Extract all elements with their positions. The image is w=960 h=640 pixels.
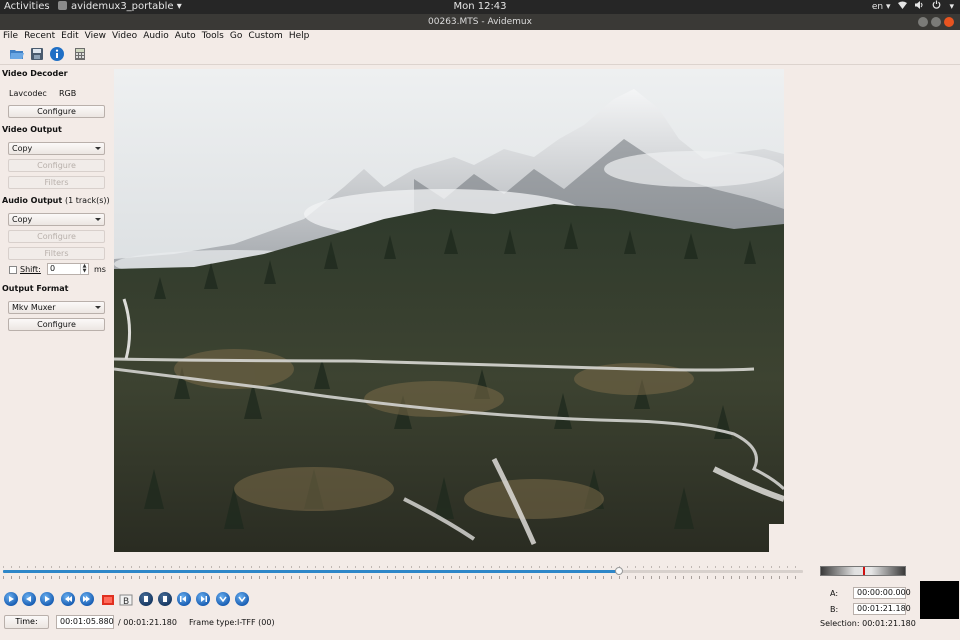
video-decoder-title: Video Decoder	[2, 69, 68, 78]
shift-unit: ms	[94, 265, 106, 274]
volume-icon[interactable]	[915, 0, 924, 14]
previous-frame-button[interactable]	[22, 592, 36, 606]
play-button[interactable]	[4, 592, 18, 606]
timeline-progress	[3, 570, 619, 573]
chevron-down-icon	[95, 147, 101, 150]
goto-marker-a-button[interactable]	[216, 592, 230, 606]
app-icon	[58, 1, 67, 10]
timeline-ticks	[3, 576, 803, 579]
menu-file[interactable]: File	[3, 31, 18, 41]
audio-level-meter	[820, 566, 906, 576]
menu-auto[interactable]: Auto	[175, 31, 196, 41]
video-codec-value: Copy	[12, 144, 33, 153]
info-icon[interactable]	[49, 46, 65, 62]
previous-keyframe-button[interactable]	[61, 592, 75, 606]
time-button[interactable]: Time:	[4, 615, 49, 629]
marker-a-time: 00:00:00.000	[853, 587, 911, 599]
goto-end-button[interactable]	[196, 592, 210, 606]
menu-view[interactable]: View	[85, 31, 106, 41]
goto-marker-b-button[interactable]	[235, 592, 249, 606]
system-tray: en ▾ ▾	[872, 0, 954, 14]
clock[interactable]: Mon 12:43	[453, 1, 506, 12]
video-output-title: Video Output	[2, 125, 62, 134]
network-icon[interactable]	[898, 0, 908, 14]
maximize-button[interactable]	[931, 17, 941, 27]
frame-type-label: Frame type:	[189, 618, 238, 627]
video-frame-image	[114, 69, 784, 552]
menu-video[interactable]: Video	[112, 31, 137, 41]
app-menu-label: avidemux3_portable	[71, 1, 174, 12]
window-title-bar: 00263.MTS - Avidemux	[0, 14, 960, 30]
decoder-configure-button[interactable]: Configure	[8, 105, 105, 118]
video-configure-button[interactable]: Configure	[8, 159, 105, 172]
timeline-slider[interactable]	[3, 566, 803, 580]
menu-go[interactable]: Go	[230, 31, 242, 41]
video-filters-button[interactable]: Filters	[8, 176, 105, 189]
marker-b-time: 00:01:21.180	[853, 603, 911, 615]
muxer-select[interactable]: Mkv Muxer	[8, 301, 105, 314]
audio-configure-button[interactable]: Configure	[8, 230, 105, 243]
muxer-configure-button[interactable]: Configure	[8, 318, 105, 331]
output-format-title: Output Format	[2, 284, 69, 293]
decoder-codec: Lavcodec	[9, 89, 47, 98]
shift-label: Shift:	[20, 265, 41, 274]
svg-text:B: B	[123, 597, 129, 607]
menu-audio[interactable]: Audio	[143, 31, 169, 41]
settings-panel: Video Decoder Lavcodec RGB Configure Vid…	[0, 66, 110, 556]
audio-codec-value: Copy	[12, 215, 33, 224]
selection-value: 00:01:21.180	[862, 619, 916, 628]
audio-track-count: (1 track(s))	[65, 196, 110, 205]
save-icon[interactable]	[29, 46, 45, 62]
timeline-handle[interactable]	[615, 567, 623, 575]
decoder-colorspace: RGB	[59, 89, 77, 98]
power-icon[interactable]	[932, 0, 941, 14]
menu-tools[interactable]: Tools	[202, 31, 224, 41]
menu-edit[interactable]: Edit	[61, 31, 78, 41]
audio-output-title: Audio Output (1 track(s))	[2, 196, 110, 205]
next-frame-button[interactable]	[40, 592, 54, 606]
set-marker-a-button[interactable]	[101, 592, 115, 606]
shift-value: 0	[50, 264, 56, 273]
app-menu[interactable]: avidemux3_portable ▾	[58, 0, 182, 14]
menu-help[interactable]: Help	[289, 31, 310, 41]
system-menu-arrow[interactable]: ▾	[949, 0, 954, 14]
audio-preview-box	[920, 581, 959, 619]
timeline-ticks-top	[3, 566, 803, 568]
shift-checkbox[interactable]	[9, 266, 17, 274]
activities-button[interactable]: Activities	[4, 0, 50, 14]
chevron-down-icon	[95, 218, 101, 221]
set-marker-b-button[interactable]: B	[119, 592, 133, 607]
video-codec-select[interactable]: Copy	[8, 142, 105, 155]
video-preview	[114, 69, 784, 552]
marker-b-label: B:	[830, 605, 839, 614]
calculator-icon[interactable]	[72, 46, 88, 62]
level-marker	[863, 567, 865, 575]
next-keyframe-button[interactable]	[80, 592, 94, 606]
open-folder-icon[interactable]	[9, 46, 25, 62]
toolbar	[0, 43, 960, 65]
selection-label: Selection: 00:01:21.180	[820, 619, 916, 628]
total-duration: / 00:01:21.180	[118, 618, 177, 627]
previous-black-frame-button[interactable]	[139, 592, 153, 606]
system-top-bar: Activities avidemux3_portable ▾ Mon 12:4…	[0, 0, 960, 14]
chevron-down-icon	[95, 306, 101, 309]
window-title: 00263.MTS - Avidemux	[428, 17, 532, 27]
goto-start-button[interactable]	[177, 592, 191, 606]
menu-recent[interactable]: Recent	[24, 31, 55, 41]
spin-arrows-icon[interactable]: ▲ ▼	[80, 264, 88, 274]
shift-spinbox[interactable]: 0 ▲ ▼	[47, 263, 89, 275]
current-time-field[interactable]: 00:01:05.880	[56, 615, 114, 629]
menu-bar: File Recent Edit View Video Audio Auto Tools Go C…	[0, 30, 960, 42]
keyboard-layout-indicator[interactable]: en ▾	[872, 0, 891, 14]
close-button[interactable]	[944, 17, 954, 27]
minimize-button[interactable]	[918, 17, 928, 27]
menu-custom[interactable]: Custom	[248, 31, 282, 41]
next-black-frame-button[interactable]	[158, 592, 172, 606]
audio-filters-button[interactable]: Filters	[8, 247, 105, 260]
muxer-value: Mkv Muxer	[12, 303, 56, 312]
marker-a-label: A:	[830, 589, 839, 598]
frame-type-value: I-TFF (00)	[237, 618, 275, 627]
audio-codec-select[interactable]: Copy	[8, 213, 105, 226]
